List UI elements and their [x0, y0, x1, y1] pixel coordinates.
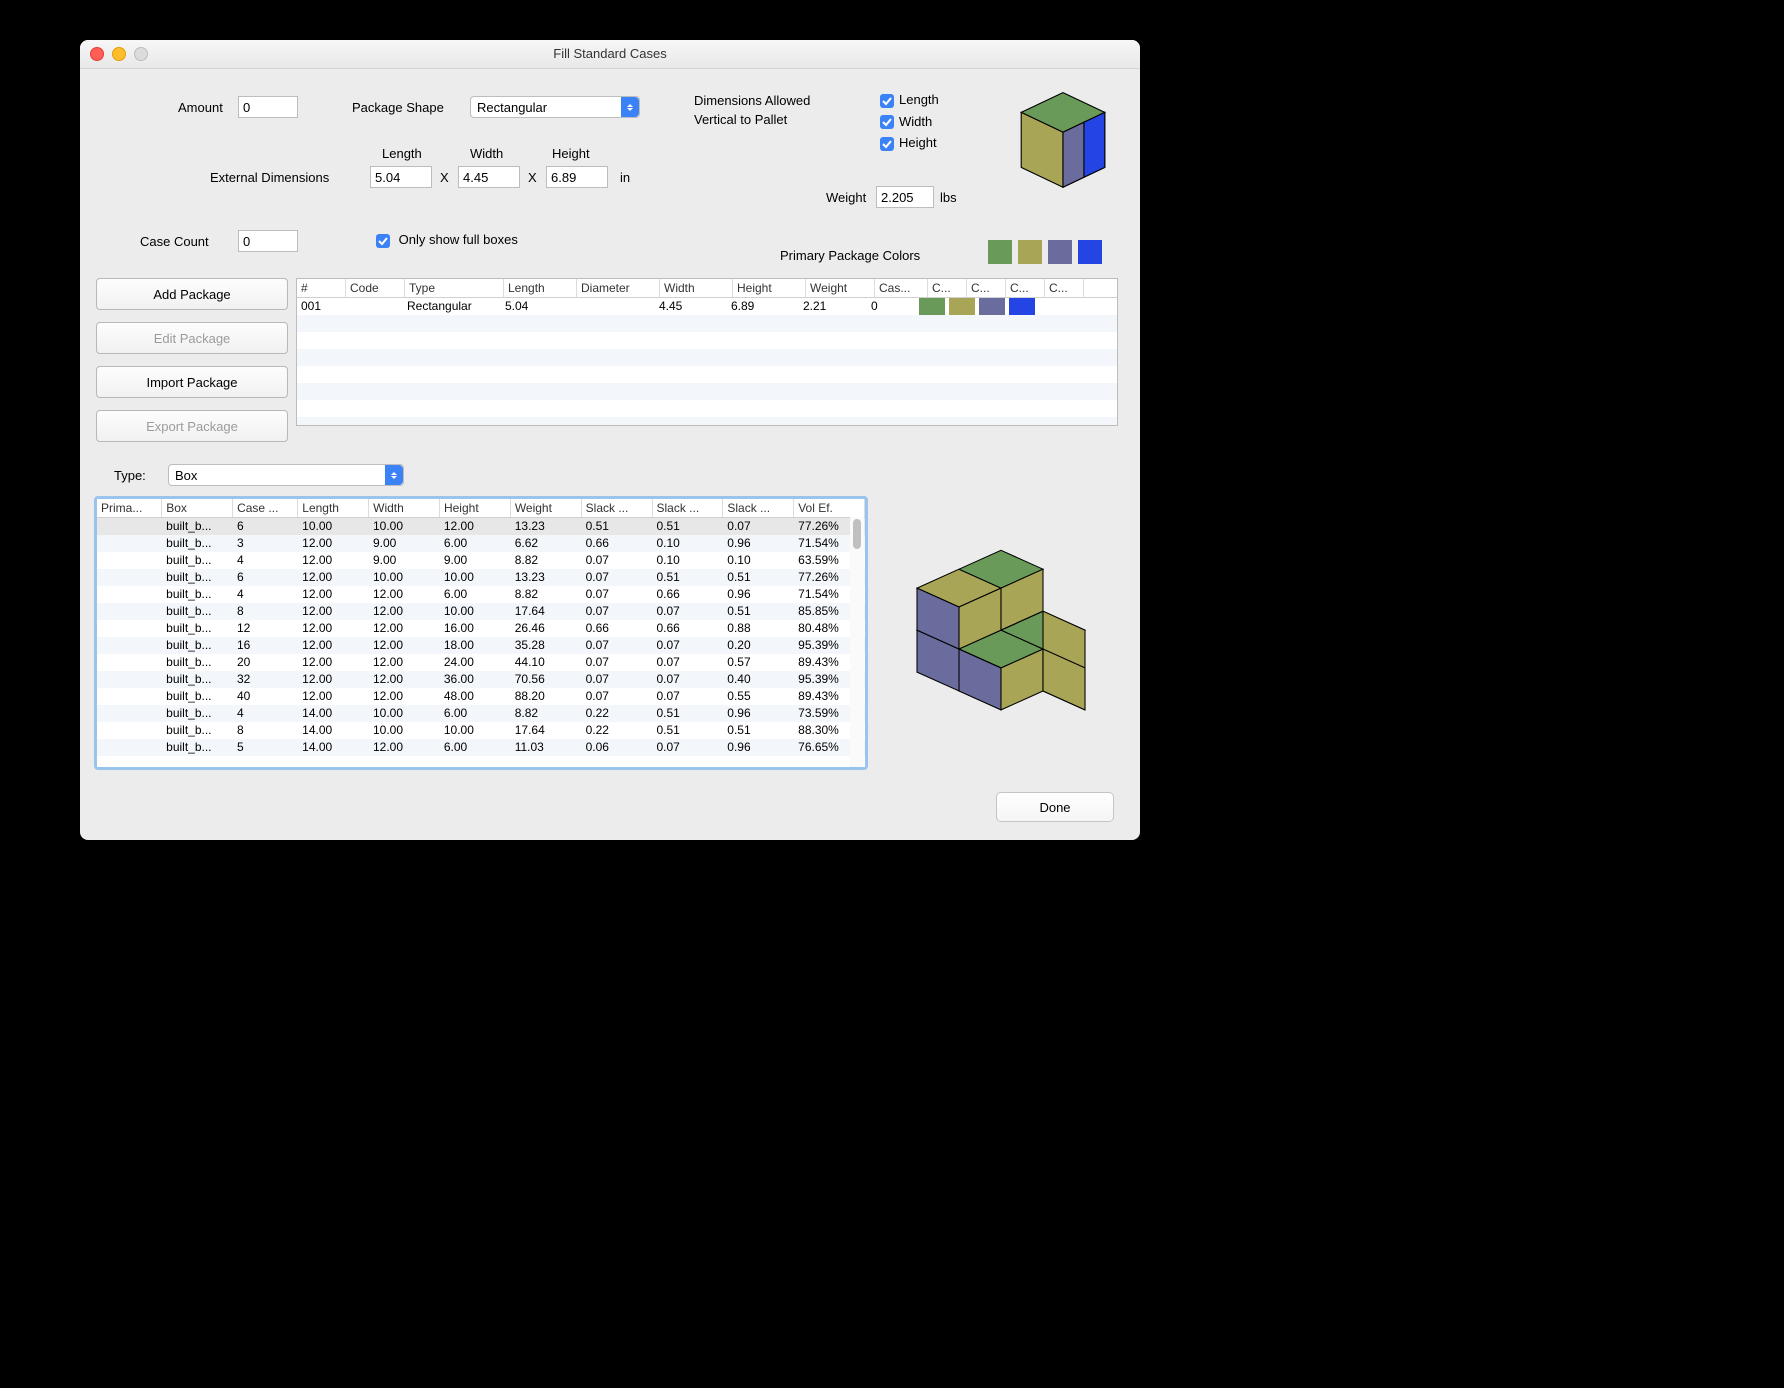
unit-in-label: in — [620, 170, 630, 185]
done-button[interactable]: Done — [996, 792, 1114, 822]
box-col-header[interactable]: Weight — [511, 499, 582, 517]
weight-input[interactable] — [876, 186, 934, 208]
weight-unit-label: lbs — [940, 190, 957, 205]
case-count-input[interactable] — [238, 230, 298, 252]
case-count-label: Case Count — [140, 234, 209, 249]
height-header: Height — [552, 146, 590, 161]
case-preview-icon — [896, 528, 1106, 728]
export-package-button[interactable]: Export Package — [96, 410, 288, 442]
amount-label: Amount — [178, 100, 223, 115]
table-row[interactable] — [297, 366, 1117, 383]
table-row[interactable]: built_b...1612.0012.0018.0035.280.070.07… — [97, 637, 865, 654]
color-swatch-2[interactable] — [1018, 240, 1042, 264]
pkg-col-header[interactable]: Weight — [806, 279, 875, 297]
pkg-col-header[interactable]: C... — [928, 279, 967, 297]
width-header: Width — [470, 146, 503, 161]
color-swatch-1[interactable] — [988, 240, 1012, 264]
box-col-header[interactable]: Length — [298, 499, 369, 517]
table-row[interactable]: built_b...2012.0012.0024.0044.100.070.07… — [97, 654, 865, 671]
package-shape-select[interactable]: Rectangular — [470, 96, 640, 118]
box-col-header[interactable]: Width — [369, 499, 440, 517]
ext-dimensions-label: External Dimensions — [210, 170, 329, 185]
table-row[interactable] — [297, 383, 1117, 400]
table-row[interactable]: built_b...412.0012.006.008.820.070.660.9… — [97, 586, 865, 603]
width-input[interactable] — [458, 166, 520, 188]
amount-input[interactable] — [238, 96, 298, 118]
x2-label: X — [528, 170, 537, 185]
pkg-col-header[interactable]: Type — [405, 279, 504, 297]
pkg-col-header[interactable]: Code — [346, 279, 405, 297]
pkg-col-header[interactable]: # — [297, 279, 346, 297]
box-col-header[interactable]: Slack ... — [653, 499, 724, 517]
table-row[interactable]: built_b...814.0010.0010.0017.640.220.510… — [97, 722, 865, 739]
box-col-header[interactable]: Box — [162, 499, 233, 517]
pkg-col-header[interactable]: Height — [733, 279, 806, 297]
scrollbar-thumb[interactable] — [853, 519, 861, 549]
type-value: Box — [175, 468, 197, 483]
box-col-header[interactable]: Case ... — [233, 499, 298, 517]
import-package-button[interactable]: Import Package — [96, 366, 288, 398]
box-col-header[interactable]: Slack ... — [723, 499, 794, 517]
scrollbar[interactable] — [850, 517, 864, 767]
box-col-header[interactable]: Slack ... — [582, 499, 653, 517]
table-row[interactable]: built_b...412.009.009.008.820.070.100.10… — [97, 552, 865, 569]
table-row[interactable] — [297, 417, 1117, 426]
package-shape-label: Package Shape — [352, 100, 444, 115]
table-row[interactable]: built_b...1212.0012.0016.0026.460.660.66… — [97, 620, 865, 637]
height-input[interactable] — [546, 166, 608, 188]
dim-height-checkbox[interactable]: Height — [880, 135, 939, 151]
pkg-col-header[interactable]: C... — [1045, 279, 1084, 297]
chevron-updown-icon — [385, 465, 403, 485]
package-shape-value: Rectangular — [477, 100, 547, 115]
table-row[interactable]: built_b...514.0012.006.0011.030.060.070.… — [97, 739, 865, 756]
table-row[interactable]: built_b...610.0010.0012.0013.230.510.510… — [97, 518, 865, 535]
table-row[interactable]: built_b...4012.0012.0048.0088.200.070.07… — [97, 688, 865, 705]
dialog-window: Fill Standard Cases Amount Package Shape… — [80, 40, 1140, 840]
color-swatch-3[interactable] — [1048, 240, 1072, 264]
box-col-header[interactable]: Vol Ef. — [794, 499, 865, 517]
table-row[interactable]: built_b...612.0010.0010.0013.230.070.510… — [97, 569, 865, 586]
box-col-header[interactable]: Prima... — [97, 499, 162, 517]
pkg-col-header[interactable]: C... — [1006, 279, 1045, 297]
primary-colors-label: Primary Package Colors — [780, 248, 920, 263]
package-preview-icon — [1008, 86, 1118, 196]
box-col-header[interactable]: Height — [440, 499, 511, 517]
length-header: Length — [382, 146, 422, 161]
box-table[interactable]: Prima...BoxCase ...LengthWidthHeightWeig… — [94, 496, 868, 770]
table-row[interactable]: built_b...414.0010.006.008.820.220.510.9… — [97, 705, 865, 722]
add-package-button[interactable]: Add Package — [96, 278, 288, 310]
x1-label: X — [440, 170, 449, 185]
weight-label: Weight — [826, 190, 866, 205]
pkg-col-header[interactable]: Width — [660, 279, 733, 297]
table-row[interactable]: built_b...3212.0012.0036.0070.560.070.07… — [97, 671, 865, 688]
table-row[interactable]: built_b...312.009.006.006.620.660.100.96… — [97, 535, 865, 552]
edit-package-button[interactable]: Edit Package — [96, 322, 288, 354]
titlebar: Fill Standard Cases — [80, 40, 1140, 69]
color-swatch-4[interactable] — [1078, 240, 1102, 264]
dimensions-allowed-label: Dimensions Allowed — [694, 93, 810, 108]
dim-length-checkbox[interactable]: Length — [880, 92, 939, 108]
table-row[interactable]: built_b...812.0012.0010.0017.640.070.070… — [97, 603, 865, 620]
package-table[interactable]: #CodeTypeLengthDiameterWidthHeightWeight… — [296, 278, 1118, 426]
pkg-col-header[interactable]: Diameter — [577, 279, 660, 297]
pkg-col-header[interactable]: C... — [967, 279, 1006, 297]
table-row[interactable] — [297, 400, 1117, 417]
type-select[interactable]: Box — [168, 464, 404, 486]
table-row[interactable] — [297, 315, 1117, 332]
table-row[interactable]: 001Rectangular5.044.456.892.210 — [297, 298, 1117, 315]
table-row[interactable] — [297, 349, 1117, 366]
pkg-col-header[interactable]: Cas... — [875, 279, 928, 297]
vertical-to-pallet-label: Vertical to Pallet — [694, 112, 787, 127]
type-label: Type: — [114, 468, 146, 483]
pkg-col-header[interactable]: Length — [504, 279, 577, 297]
window-title: Fill Standard Cases — [80, 40, 1140, 68]
table-row[interactable] — [297, 332, 1117, 349]
length-input[interactable] — [370, 166, 432, 188]
chevron-updown-icon — [621, 97, 639, 117]
dim-width-checkbox[interactable]: Width — [880, 114, 939, 130]
only-full-checkbox[interactable]: Only show full boxes — [376, 232, 518, 248]
